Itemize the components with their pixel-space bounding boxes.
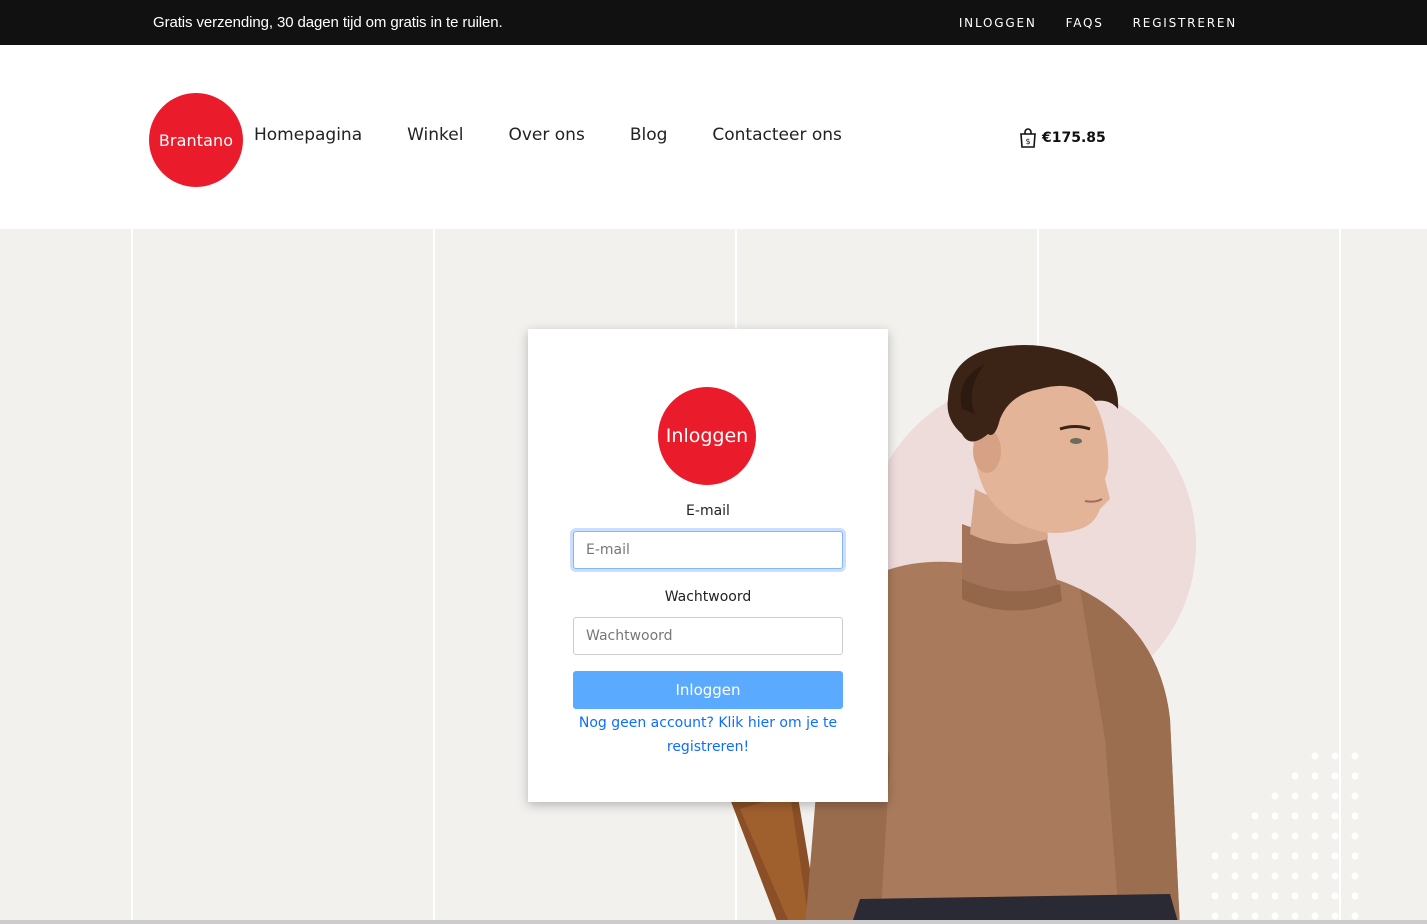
brand-logo[interactable]: Brantano [149,93,243,187]
top-bar: Gratis verzending, 30 dagen tijd om grat… [0,0,1427,45]
top-link-login[interactable]: INLOGGEN [959,16,1037,30]
site-header: Brantano Homepagina Winkel Over ons Blog… [0,45,1427,229]
dot-pattern [1211,752,1359,920]
promo-text: Gratis verzending, 30 dagen tijd om grat… [153,14,503,31]
register-link[interactable]: Nog geen account? Klik hier om je te reg… [568,711,848,759]
top-link-register[interactable]: REGISTREREN [1133,16,1237,30]
nav-item-contact[interactable]: Contacteer ons [712,125,841,145]
nav-item-blog[interactable]: Blog [630,125,668,145]
top-link-faqs[interactable]: FAQS [1066,16,1104,30]
cart-button[interactable]: $ €175.85 [1019,128,1106,148]
email-label: E-mail [686,503,730,519]
grid-line [433,229,435,924]
password-label: Wachtwoord [664,589,752,605]
login-badge: Inloggen [658,387,756,485]
login-card: Inloggen E-mail Wachtwoord Inloggen Nog … [528,329,888,802]
horizontal-scrollbar[interactable] [0,920,1427,924]
login-button[interactable]: Inloggen [573,671,843,709]
email-field[interactable] [573,531,843,569]
nav-item-shop[interactable]: Winkel [407,125,463,145]
top-links: INLOGGEN FAQS REGISTREREN [959,16,1237,30]
hero-section: Inloggen E-mail Wachtwoord Inloggen Nog … [0,229,1427,924]
nav-item-home[interactable]: Homepagina [254,125,362,145]
nav-item-about[interactable]: Over ons [508,125,584,145]
main-nav: Homepagina Winkel Over ons Blog Contacte… [254,125,842,145]
grid-line [131,229,133,924]
cart-total: €175.85 [1042,130,1106,146]
svg-text:$: $ [1025,137,1030,146]
password-field[interactable] [573,617,843,655]
shopping-bag-icon: $ [1020,128,1036,148]
